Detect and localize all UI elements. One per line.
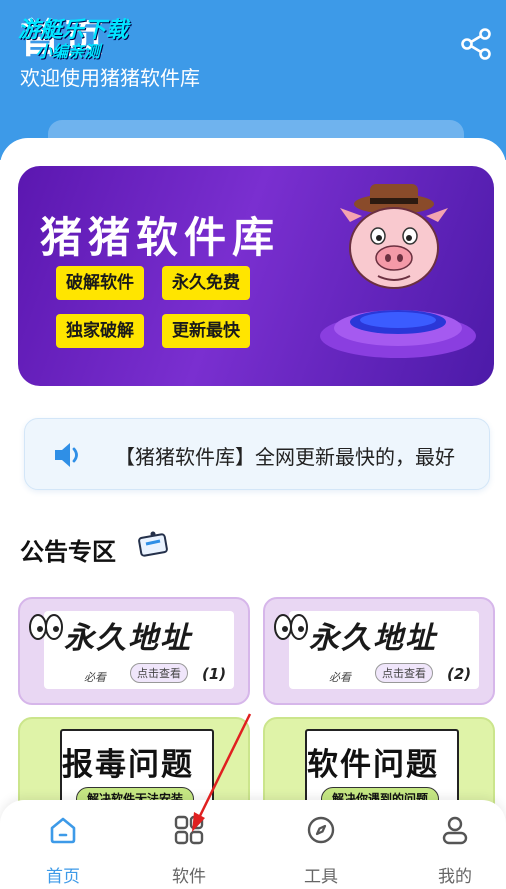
announcement-text: 【猪猪软件库】全网更新最快的，最好 <box>115 445 455 469</box>
card-title: 永久地址 <box>64 621 192 656</box>
tab-tools[interactable]: 工具 <box>258 800 384 889</box>
tab-profile[interactable]: 我的 <box>392 800 506 889</box>
card-tag-must-read: 必看 <box>329 671 351 684</box>
pig-mascot-icon <box>340 184 448 289</box>
announcement-marquee[interactable]: 【猪猪软件库】全网更新最快的，最好 <box>24 418 490 490</box>
card-permanent-address-2[interactable]: 永久地址 必看 点击查看 (2) <box>263 597 495 705</box>
bottom-tab-bar: 首页 软件 工具 我的 <box>0 800 506 889</box>
compass-icon <box>307 816 335 844</box>
tab-software[interactable]: 软件 <box>126 800 252 889</box>
eyes-icon <box>274 614 308 640</box>
tab-home[interactable]: 首页 <box>0 800 126 889</box>
chip-fastest-update: 更新最快 <box>162 314 250 348</box>
banner-title: 猪猪软件库 <box>40 213 281 262</box>
tab-label: 工具 <box>304 867 338 887</box>
card-view-button: 点击查看 <box>130 663 188 683</box>
card-number: (1) <box>202 665 227 683</box>
user-icon <box>442 816 468 845</box>
apps-grid-icon <box>174 815 204 845</box>
speaker-icon <box>55 443 78 467</box>
card-title: 软件问题 <box>307 747 439 783</box>
card-view-button: 点击查看 <box>375 663 433 683</box>
section-title: 公告专区 <box>20 538 116 566</box>
tab-label: 首页 <box>46 867 80 887</box>
welcome-subtitle: 欢迎使用猪猪软件库 <box>20 66 200 90</box>
card-title: 永久地址 <box>309 621 437 656</box>
home-icon <box>50 817 76 844</box>
card-permanent-address-1[interactable]: 永久地址 必看 点击查看 (1) <box>18 597 250 705</box>
share-icon[interactable] <box>458 26 494 62</box>
chip-exclusive-crack: 独家破解 <box>56 314 144 348</box>
eyes-icon <box>29 614 63 640</box>
promo-banner[interactable]: 猪猪软件库 破解软件 永久免费 独家破解 更新最快 <box>18 166 494 386</box>
chip-crack-software: 破解软件 <box>56 266 144 300</box>
tab-label: 软件 <box>172 867 206 887</box>
notice-board-icon <box>138 531 168 557</box>
card-tag-must-read: 必看 <box>84 671 106 684</box>
card-number: (2) <box>447 665 472 683</box>
watermark-line2: 小编亲测 <box>36 42 101 61</box>
card-title: 报毒问题 <box>62 747 194 783</box>
chip-free-forever: 永久免费 <box>162 266 250 300</box>
tab-label: 我的 <box>438 867 472 887</box>
